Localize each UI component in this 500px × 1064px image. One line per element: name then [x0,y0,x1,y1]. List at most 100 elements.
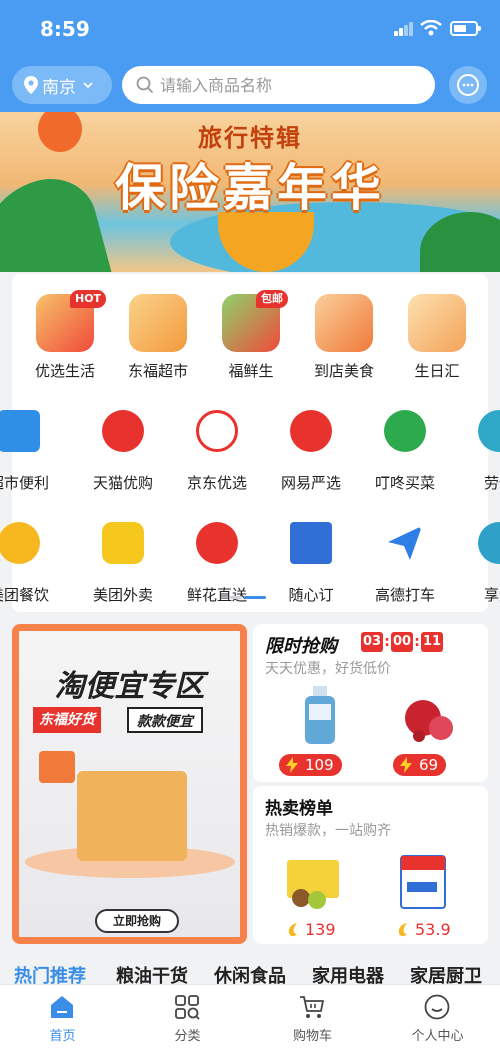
service-label: 享道 [483,586,500,604]
service-label: 超市便利 [0,474,49,492]
price-tag: 109 [279,754,342,776]
service-fresh[interactable]: 包邮 福鲜生 [206,280,296,384]
price-value: 109 [305,756,334,774]
service-youxuan[interactable]: HOT 优选生活 [20,280,110,384]
service-tmall[interactable]: 天猫优购 [78,392,168,496]
tab-label: 分类 [174,1029,201,1044]
jd-fish-icon [196,410,238,452]
service-label: 劳保 [483,474,500,492]
timer-seconds: 11 [421,632,443,652]
coin-icon [398,922,407,936]
milk-box-product-image[interactable] [393,852,453,914]
category-tabs: 热门推荐 粮油干货 休闲食品 家用电器 家居厨卫 [0,956,500,986]
hot-list-title: 热卖榜单 [265,799,333,819]
flash-sale-title: 限时抢购 [265,636,337,657]
profile-icon [424,994,450,1020]
category-tab-hot[interactable]: 热门推荐 [14,962,86,986]
lightning-icon [400,757,412,773]
netease-icon [290,410,332,452]
coin-icon [288,922,297,936]
category-icon [175,995,200,1020]
service-birthday[interactable]: 生日汇 [392,280,482,384]
promo-banner[interactable]: 旅行特辑 保险嘉年华 [0,112,500,272]
service-dining[interactable]: 到店美食 [299,280,389,384]
search-icon [136,76,154,94]
tab-category[interactable]: 分类 [125,985,250,1064]
price-value: 139 [305,920,336,939]
service-flowers[interactable]: 鲜花直送 [172,504,262,608]
radish-icon [384,410,426,452]
guangming-icon [290,522,332,564]
pancake-icon [408,294,466,352]
hot-list-subtitle: 热销爆款，一站购齐 [265,823,391,839]
message-button[interactable] [449,66,487,104]
city-name: 南京 [42,77,76,98]
banner-title: 保险嘉年华 [115,159,385,217]
hotpot-icon [315,294,373,352]
timer-minutes: 00 [391,632,413,652]
gift-box-icon [39,751,75,783]
hot-badge: HOT [70,290,107,308]
service-labor[interactable]: 劳保 [454,392,500,496]
service-netease[interactable]: 网易严选 [266,392,356,496]
chat-bubble-icon [457,74,479,96]
category-tab-grain[interactable]: 粮油干货 [116,962,188,986]
bottle-product-image[interactable] [291,684,351,746]
buy-now-button[interactable]: 立即抢购 [95,909,179,933]
status-bar: 8:59 [0,0,500,60]
service-meituan-delivery[interactable]: 美团外卖 [78,504,168,608]
price-value: 69 [419,756,439,774]
services-grid: HOT 优选生活 东福超市 包邮 福鲜生 到店美食 生日汇 超市便利 天猫优购 [0,274,500,612]
cart-icon [300,996,324,1018]
city-selector[interactable]: 南京 [12,66,112,104]
service-jd[interactable]: 京东优选 [172,392,262,496]
kangaroo-icon [102,522,144,564]
xiangdao-icon [478,522,500,564]
service-convenience[interactable]: 超市便利 [0,392,64,496]
promo-slogan-black: 款款便宜 [127,707,203,733]
flash-sale-subtitle: 天天优惠，好货低价 [265,661,391,677]
tab-profile[interactable]: 个人中心 [375,985,500,1064]
category-tab-appliances[interactable]: 家用电器 [312,962,384,986]
service-suixinding[interactable]: 随心订 [266,504,356,608]
search-box[interactable] [122,66,435,104]
page-indicator [230,596,270,600]
page-dot-active [244,596,266,599]
location-pin-icon [24,76,38,94]
tab-home[interactable]: 首页 [0,985,125,1064]
category-tab-home[interactable]: 家居厨卫 [410,962,482,986]
service-dingdong[interactable]: 叮咚买菜 [360,392,450,496]
free-shipping-badge: 包邮 [256,290,288,308]
category-tab-snacks[interactable]: 休闲食品 [214,962,286,986]
pomegranate-product-image[interactable] [399,688,459,750]
battery-icon [450,21,481,36]
service-xiangdao[interactable]: 享道 [454,504,500,608]
service-supermarket[interactable]: 东福超市 [113,280,203,384]
bargain-zone-card[interactable]: 淘便宜专区 东福好货 款款便宜 立即抢购 [12,624,247,944]
signal-icon [394,22,414,36]
lightning-icon [286,757,298,773]
price-value: 53.9 [415,920,451,939]
service-amap-taxi[interactable]: 高德打车 [360,504,450,608]
store-icon [0,410,40,452]
chef-hat-icon [0,522,40,564]
tab-cart[interactable]: 购物车 [250,985,375,1064]
search-input[interactable] [160,75,410,95]
page-dot [230,596,242,599]
service-label: 美团餐饮 [0,586,49,604]
services-row-2: 超市便利 天猫优购 京东优选 网易严选 叮咚买菜 劳保 [0,392,500,502]
home-icon [51,996,73,1018]
price-tag: 69 [393,754,447,776]
countdown-timer: 03 : 00 : 11 [361,632,443,652]
kiwi-box-product-image[interactable] [283,852,343,914]
tab-label: 购物车 [292,1029,332,1044]
status-time: 8:59 [40,17,90,41]
labor-icon [478,410,500,452]
hot-list-card[interactable]: 热卖榜单 热销爆款，一站购齐 139 53.9 [253,786,488,944]
package-box-icon [77,771,187,861]
flower-icon [196,522,238,564]
tmall-icon [102,410,144,452]
service-meituan-dining[interactable]: 美团餐饮 [0,504,64,608]
supermarket-cart-icon [129,294,187,352]
flash-sale-card[interactable]: 限时抢购 03 : 00 : 11 天天优惠，好货低价 109 69 [253,624,488,782]
